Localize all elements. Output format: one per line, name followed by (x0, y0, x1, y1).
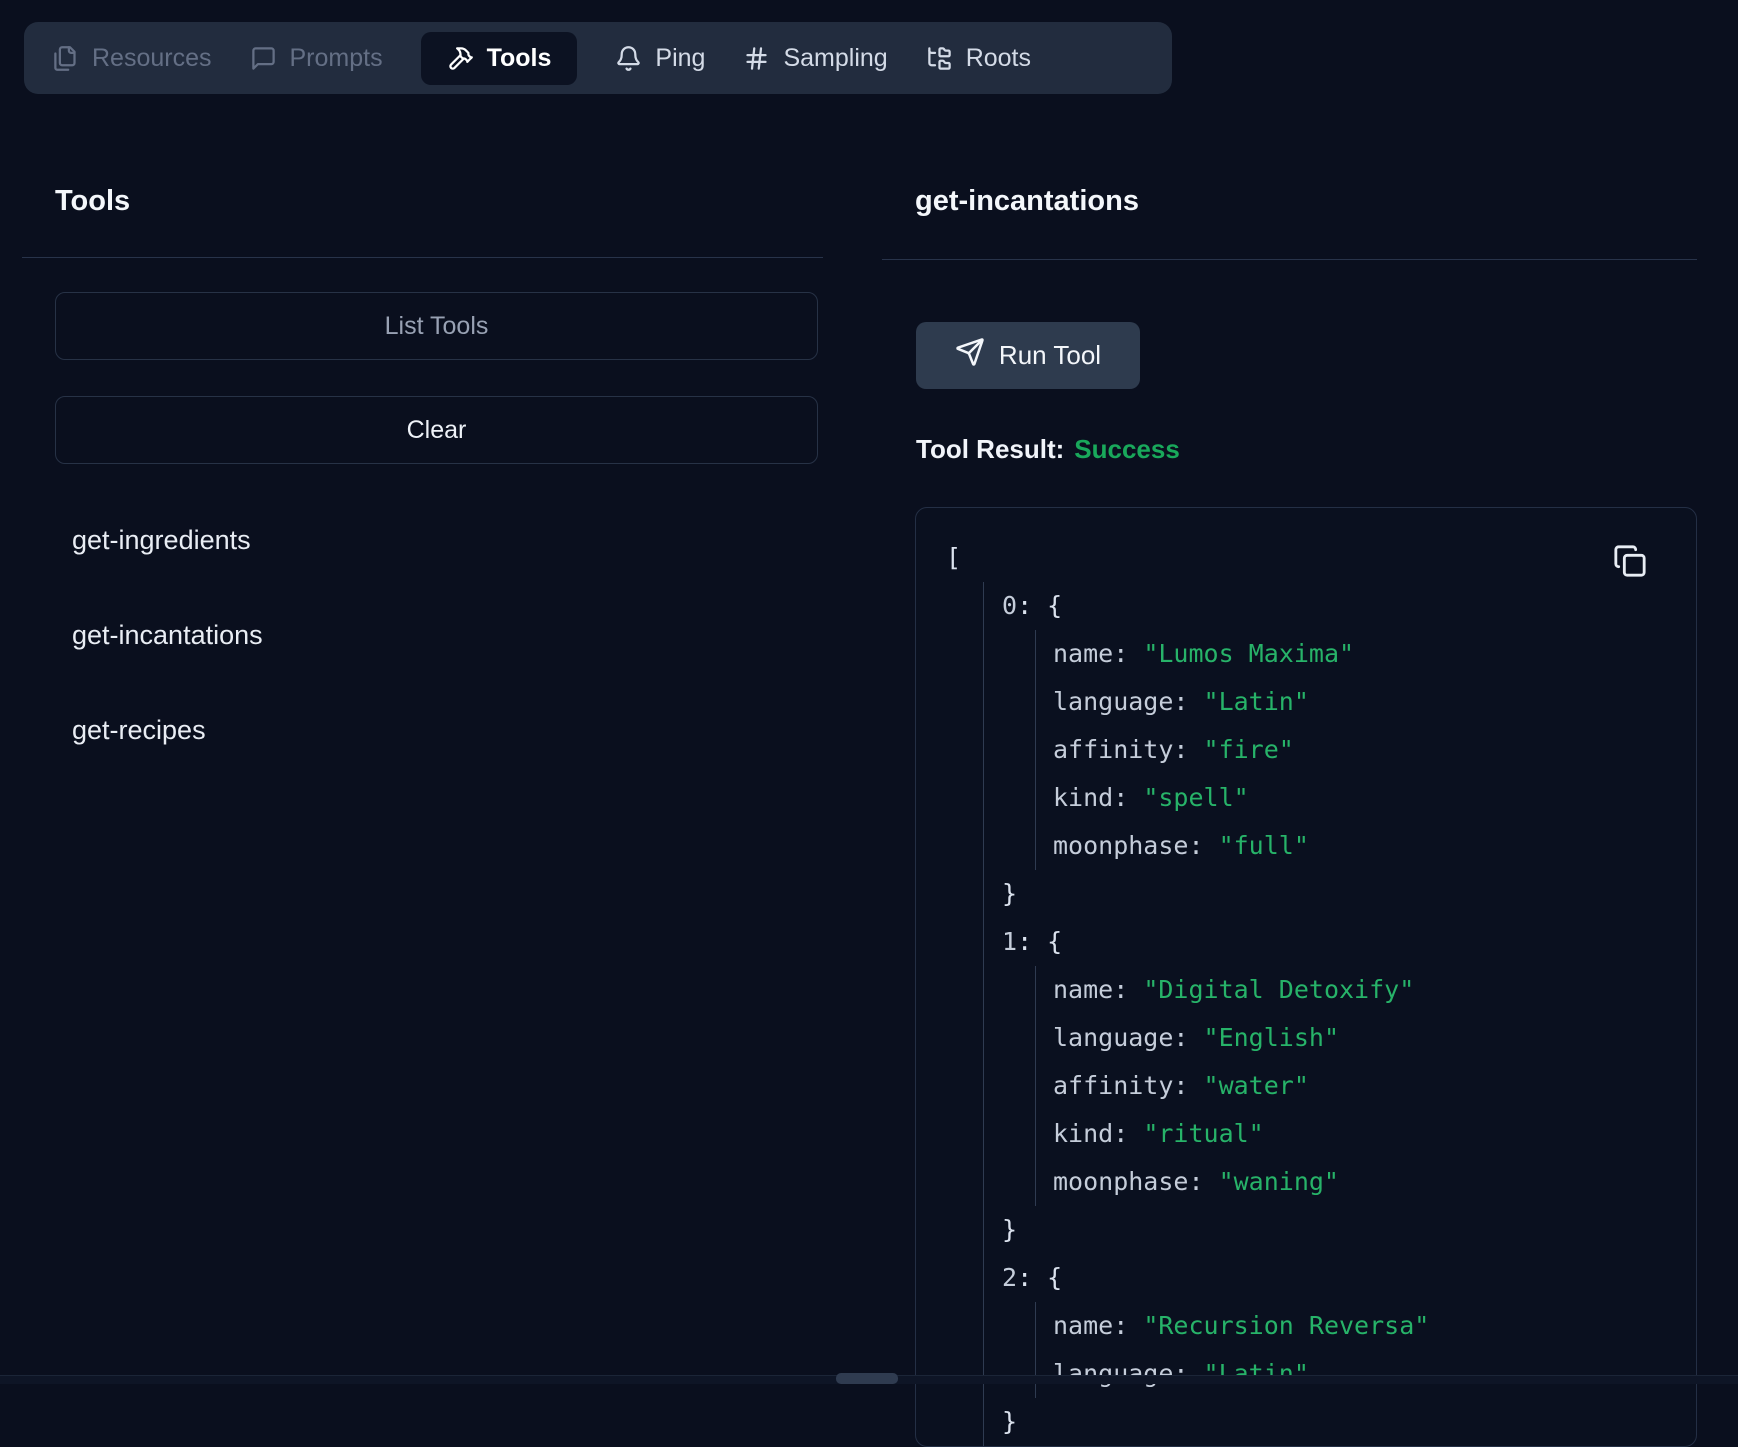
top-navbar: Resources Prompts Tools Ping Sampling Roots (24, 22, 1172, 94)
tab-sampling[interactable]: Sampling (743, 44, 887, 73)
list-tools-button[interactable]: List Tools (55, 292, 818, 360)
tab-label: Roots (966, 44, 1031, 73)
json-object-level: name: "Digital Detoxify"language: "Engli… (1035, 966, 1666, 1206)
tab-label: Tools (487, 44, 552, 73)
json-line: name: "Recursion Reversa" (1053, 1302, 1666, 1350)
json-line: name: "Lumos Maxima" (1053, 630, 1666, 678)
selected-tool-title: get-incantations (915, 185, 1139, 218)
copy-button[interactable] (1612, 544, 1648, 580)
tool-result-line: Tool Result: Success (916, 434, 1180, 465)
json-tree: [0: {name: "Lumos Maxima"language: "Lati… (946, 534, 1666, 1446)
tool-result-status: Success (1074, 434, 1180, 464)
tab-resources[interactable]: Resources (52, 44, 212, 73)
left-panel-title: Tools (55, 185, 130, 218)
json-line: moonphase: "waning" (1053, 1158, 1666, 1206)
tab-label: Sampling (783, 44, 887, 73)
json-line: 0: { (1002, 582, 1666, 630)
tool-list-item-get-ingredients[interactable]: get-ingredients (72, 520, 251, 560)
tab-label: Resources (92, 44, 212, 73)
copy-icon (1613, 566, 1647, 581)
tab-ping[interactable]: Ping (615, 44, 705, 73)
files-icon (52, 45, 79, 72)
tool-result-label: Tool Result: (916, 434, 1064, 464)
json-line: affinity: "fire" (1053, 726, 1666, 774)
tab-label: Ping (655, 44, 705, 73)
bell-icon (615, 45, 642, 72)
json-line: 1: { (1002, 918, 1666, 966)
json-line: kind: "ritual" (1053, 1110, 1666, 1158)
tab-prompts[interactable]: Prompts (250, 44, 383, 73)
clear-button[interactable]: Clear (55, 396, 818, 464)
json-line: } (1002, 1398, 1666, 1446)
json-line: language: "Latin" (1053, 678, 1666, 726)
tool-list-item-get-recipes[interactable]: get-recipes (72, 710, 206, 750)
json-line: } (1002, 1206, 1666, 1254)
hash-icon (743, 45, 770, 72)
json-line: kind: "spell" (1053, 774, 1666, 822)
hammer-icon (447, 45, 474, 72)
horizontal-scrollbar-thumb[interactable] (836, 1373, 898, 1384)
tab-label: Prompts (290, 44, 383, 73)
json-line: language: "Latin" (1053, 1350, 1666, 1398)
run-tool-label: Run Tool (999, 340, 1101, 371)
send-icon (955, 337, 985, 374)
json-line: name: "Digital Detoxify" (1053, 966, 1666, 1014)
run-tool-button[interactable]: Run Tool (916, 322, 1140, 389)
tab-tools[interactable]: Tools (421, 32, 578, 85)
json-line: language: "English" (1053, 1014, 1666, 1062)
tool-result-json-viewer: [0: {name: "Lumos Maxima"language: "Lati… (915, 507, 1697, 1447)
json-line: } (1002, 870, 1666, 918)
json-line: affinity: "water" (1053, 1062, 1666, 1110)
left-panel-divider (22, 257, 823, 258)
json-line: [ (946, 534, 1666, 582)
right-panel-divider (882, 259, 1697, 260)
json-object-level: name: "Lumos Maxima"language: "Latin"aff… (1035, 630, 1666, 870)
tool-list-item-get-incantations[interactable]: get-incantations (72, 615, 263, 655)
json-array-level: 0: {name: "Lumos Maxima"language: "Latin… (983, 582, 1666, 1446)
tab-roots[interactable]: Roots (926, 44, 1031, 73)
json-line: moonphase: "full" (1053, 822, 1666, 870)
json-line: 2: { (1002, 1254, 1666, 1302)
message-icon (250, 45, 277, 72)
folder-tree-icon (926, 45, 953, 72)
